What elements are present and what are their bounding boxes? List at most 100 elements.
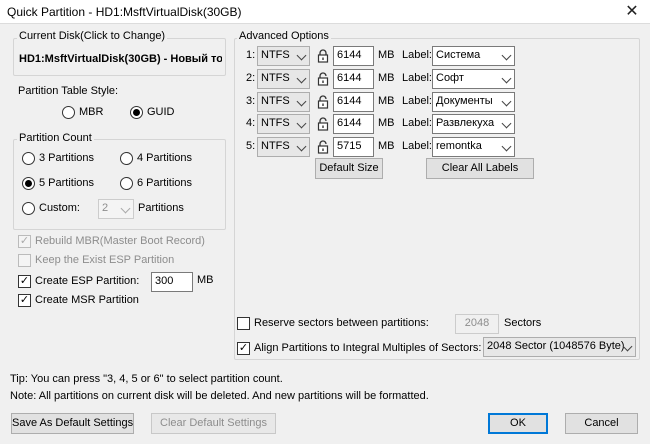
radio-custom[interactable] [22,202,35,215]
radio-3-partitions[interactable] [22,152,35,165]
clear-all-labels-button[interactable]: Clear All Labels [426,158,534,179]
volume-label-combo[interactable]: Софт [432,69,515,89]
current-disk-legend[interactable]: Current Disk(Click to Change) [17,30,168,42]
create-esp-checkbox[interactable]: ✓ [18,275,31,288]
create-msr-checkbox[interactable]: ✓ [18,294,31,307]
default-size-button[interactable]: Default Size [315,158,383,179]
esp-size-input[interactable]: 300 [151,272,193,292]
custom-count-value: 2 [102,202,109,214]
current-disk-value[interactable]: HD1:MsftVirtualDisk(30GB) - Новый то [19,53,222,65]
partition-index: 1: [246,49,256,61]
create-msr-label[interactable]: Create MSR Partition [35,294,139,306]
partition-size-input[interactable]: 5715 [333,137,374,157]
align-partitions-label[interactable]: Align Partitions to Integral Multiples o… [254,342,481,354]
mbr-radio[interactable] [62,106,75,119]
chevron-down-icon [501,73,512,84]
volume-label-value: Развлекуха [436,117,495,129]
partition-size-input[interactable]: 6144 [333,46,374,66]
fs-select[interactable]: NTFS [257,114,310,134]
fs-value: NTFS [261,117,290,129]
partition-index: 5: [246,140,256,152]
reserve-sectors-unit: Sectors [504,317,542,329]
radio-6-partitions[interactable] [120,177,133,190]
custom-count-select[interactable]: 2 [98,199,134,219]
partition-count-legend: Partition Count [17,132,94,144]
label-6-partitions[interactable]: 6 Partitions [137,177,192,189]
volume-label-combo[interactable]: Документы [432,92,515,112]
create-esp-label[interactable]: Create ESP Partition: [35,275,139,287]
label-5-partitions[interactable]: 5 Partitions [39,177,94,189]
align-sector-select[interactable]: 2048 Sector (1048576 Byte) [483,337,636,357]
mbr-label[interactable]: MBR [79,106,103,118]
volume-label-value: remontka [436,140,482,152]
rebuild-mbr-checkbox[interactable]: ✓ [18,235,31,248]
partition-index: 4: [246,117,256,129]
volume-label-combo[interactable]: Система [432,46,515,66]
advanced-options-legend: Advanced Options [237,30,331,42]
chevron-down-icon [296,141,307,152]
clear-default-settings-button[interactable]: Clear Default Settings [151,413,276,434]
label-caption: Label: [402,140,432,152]
custom-partitions-suffix: Partitions [138,202,184,214]
table-style-label: Partition Table Style: [18,85,119,97]
partition-size-input[interactable]: 6144 [333,69,374,89]
align-sector-value: 2048 Sector (1048576 Byte) [487,340,625,352]
chevron-down-icon [501,96,512,107]
cancel-button[interactable]: Cancel [565,413,638,434]
chevron-down-icon [501,118,512,129]
partition-index: 2: [246,72,256,84]
fs-select[interactable]: NTFS [257,69,310,89]
label-caption: Label: [402,49,432,61]
rebuild-mbr-label[interactable]: Rebuild MBR(Master Boot Record) [35,235,205,247]
partition-size-input[interactable]: 6144 [333,114,374,134]
chevron-down-icon [296,96,307,107]
align-partitions-checkbox[interactable]: ✓ [237,342,250,355]
fs-value: NTFS [261,49,290,61]
reserve-sectors-label[interactable]: Reserve sectors between partitions: [254,317,429,329]
guid-label[interactable]: GUID [147,106,175,118]
unlock-icon[interactable] [316,94,330,110]
size-unit: MB [378,140,395,152]
label-4-partitions[interactable]: 4 Partitions [137,152,192,164]
chevron-down-icon [296,73,307,84]
keep-esp-checkbox[interactable] [18,254,31,267]
close-icon[interactable]: ✕ [614,0,650,24]
partition-index: 3: [246,95,256,107]
label-3-partitions[interactable]: 3 Partitions [39,152,94,164]
keep-esp-label[interactable]: Keep the Exist ESP Partition [35,254,174,266]
reserve-sectors-checkbox[interactable] [237,317,250,330]
chevron-down-icon [296,118,307,129]
fs-select[interactable]: NTFS [257,92,310,112]
chevron-down-icon [296,50,307,61]
volume-label-combo[interactable]: remontka [432,137,515,157]
save-default-settings-button[interactable]: Save As Default Settings [11,413,134,434]
title-bar: Quick Partition - HD1:MsftVirtualDisk(30… [0,0,650,24]
label-custom[interactable]: Custom: [39,202,80,214]
unlock-icon[interactable] [316,139,330,155]
partition-size-input[interactable]: 6144 [333,92,374,112]
label-caption: Label: [402,95,432,107]
volume-label-value: Документы [436,95,493,107]
radio-5-partitions[interactable] [22,177,35,190]
label-caption: Label: [402,117,432,129]
unlock-icon[interactable] [316,116,330,132]
ok-button[interactable]: OK [488,413,548,434]
radio-4-partitions[interactable] [120,152,133,165]
fs-select[interactable]: NTFS [257,46,310,66]
esp-size-unit: MB [197,274,214,286]
size-unit: MB [378,95,395,107]
reserve-sectors-input[interactable]: 2048 [455,314,499,334]
fs-value: NTFS [261,72,290,84]
window-title: Quick Partition - HD1:MsftVirtualDisk(30… [7,5,242,19]
fs-value: NTFS [261,95,290,107]
fs-value: NTFS [261,140,290,152]
label-caption: Label: [402,72,432,84]
note-text: Note: All partitions on current disk wil… [10,390,429,402]
guid-radio[interactable] [130,106,143,119]
unlock-icon[interactable] [316,71,330,87]
chevron-down-icon [501,50,512,61]
volume-label-combo[interactable]: Развлекуха [432,114,515,134]
volume-label-value: Софт [436,72,464,84]
lock-icon[interactable] [316,48,330,64]
fs-select[interactable]: NTFS [257,137,310,157]
